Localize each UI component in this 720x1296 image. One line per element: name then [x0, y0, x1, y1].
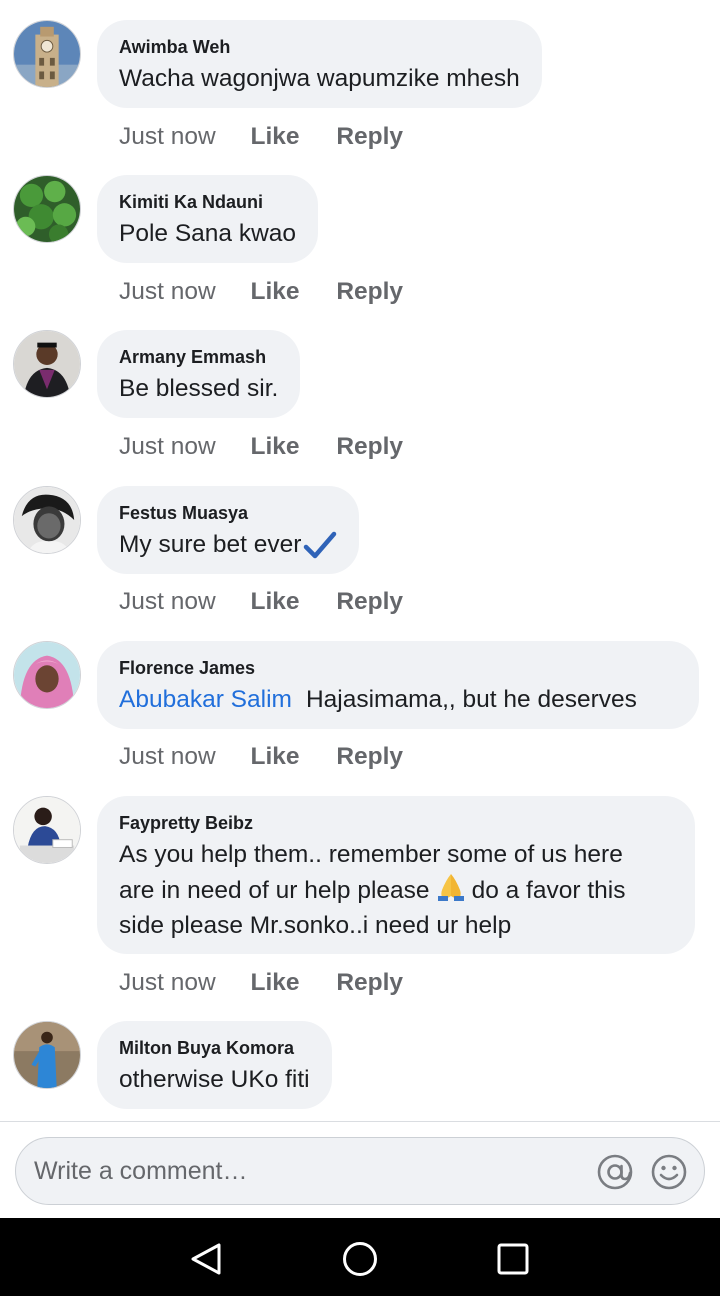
like-button[interactable]: Like [251, 743, 300, 770]
green-leaves-avatar [14, 176, 80, 242]
avatar[interactable] [13, 641, 81, 709]
comment-composer-bar [0, 1121, 720, 1218]
reply-button[interactable]: Reply [336, 969, 403, 996]
comment-bubble: Faypretty Beibz As you help them.. remem… [97, 796, 695, 954]
comment-actions: Just now Like Reply [119, 968, 433, 998]
avatar[interactable] [13, 796, 81, 864]
comment-author[interactable]: Armany Emmash [119, 346, 278, 368]
comment-text: As you help them.. remember some of us h… [119, 837, 673, 943]
reply-button[interactable]: Reply [336, 588, 403, 615]
comment-text-content: Hajasimama,, but he deserves [305, 686, 637, 713]
check-mark-icon [304, 531, 337, 558]
mention-tag[interactable]: Abubakar Salim [119, 686, 292, 713]
like-button[interactable]: Like [251, 969, 300, 996]
comment-timestamp[interactable]: Just now [119, 278, 216, 305]
avatar[interactable] [13, 330, 81, 398]
comment-timestamp[interactable]: Just now [119, 969, 216, 996]
comment-author[interactable]: Awimba Weh [119, 36, 520, 58]
comment-bubble: Kimiti Ka Ndauni Pole Sana kwao [97, 175, 319, 263]
graduate-avatar [14, 331, 80, 397]
comment-text-line: are in need of ur help please do a favor … [119, 872, 673, 908]
reply-button[interactable]: Reply [336, 433, 403, 460]
comment-text: Pole Sana kwao [119, 220, 297, 247]
comment-bubble: Milton Buya Komora otherwise UKo fiti [97, 1021, 332, 1109]
comment-author[interactable]: Festus Muasya [119, 502, 337, 524]
reply-button[interactable]: Reply [336, 278, 403, 305]
comment-composer [15, 1137, 705, 1205]
comment-bubble: Florence James Abubakar Salim Hajasimama,… [97, 641, 699, 729]
clock-tower-avatar [14, 21, 80, 87]
back-triangle-icon[interactable] [186, 1239, 226, 1279]
comment-input[interactable] [34, 1138, 594, 1204]
home-circle-icon[interactable] [340, 1239, 380, 1279]
like-button[interactable]: Like [251, 588, 300, 615]
comment-text-line: As you help them.. remember some of us h… [119, 841, 623, 868]
comment-actions: Just now Like Reply [119, 742, 433, 772]
comment-text-content: My sure bet ever [119, 531, 302, 558]
comment-timestamp[interactable]: Just now [119, 123, 216, 150]
comment-text: My sure bet ever [119, 527, 337, 562]
comments-list: Awimba Weh Wacha wagonjwa wapumzike mhes… [0, 0, 720, 1122]
recents-square-icon[interactable] [493, 1239, 533, 1279]
avatar[interactable] [13, 20, 81, 88]
comment-author[interactable]: Milton Buya Komora [119, 1037, 310, 1059]
comment-text: Abubakar Salim Hajasimama,, but he deserv… [119, 682, 677, 717]
woman-writing-avatar [14, 797, 80, 863]
comment-bubble: Festus Muasya My sure bet ever [97, 486, 360, 574]
avatar[interactable] [13, 486, 81, 554]
avatar[interactable] [13, 175, 81, 243]
comment-text-content: do a favor this [471, 877, 626, 904]
pink-scarf-avatar [14, 642, 80, 708]
comment-text: Be blessed sir. [119, 375, 279, 402]
comment-author[interactable]: Florence James [119, 657, 677, 679]
folded-hands-emoji [437, 874, 464, 901]
comment-author[interactable]: Faypretty Beibz [119, 812, 673, 834]
comment-text: otherwise UKo fiti [119, 1066, 310, 1093]
comment-text: Wacha wagonjwa wapumzike mhesh [119, 65, 520, 92]
avatar[interactable] [13, 1021, 81, 1089]
like-button[interactable]: Like [251, 433, 300, 460]
comment-timestamp[interactable]: Just now [119, 588, 216, 615]
comment-actions: Just now Like Reply [119, 587, 433, 617]
smiley-icon[interactable] [650, 1153, 688, 1191]
comment-author[interactable]: Kimiti Ka Ndauni [119, 191, 296, 213]
system-navigation-bar [0, 1218, 720, 1296]
reply-button[interactable]: Reply [336, 743, 403, 770]
comment-text-content: are in need of ur help please [119, 877, 430, 904]
comment-text-line: side please Mr.sonko..i need ur help [119, 912, 512, 939]
like-button[interactable]: Like [251, 278, 300, 305]
like-button[interactable]: Like [251, 123, 300, 150]
at-sign-icon[interactable] [596, 1153, 634, 1191]
comment-actions: Just now Like Reply [119, 432, 433, 462]
reply-button[interactable]: Reply [336, 123, 403, 150]
bw-portrait-avatar [14, 487, 80, 553]
comment-timestamp[interactable]: Just now [119, 743, 216, 770]
comment-actions: Just now Like Reply [119, 277, 433, 307]
comment-bubble: Awimba Weh Wacha wagonjwa wapumzike mhes… [97, 20, 542, 108]
blue-outfit-avatar [14, 1022, 80, 1088]
comment-actions: Just now Like Reply [119, 122, 433, 152]
comment-timestamp[interactable]: Just now [119, 433, 216, 460]
comment-bubble: Armany Emmash Be blessed sir. [97, 330, 301, 418]
